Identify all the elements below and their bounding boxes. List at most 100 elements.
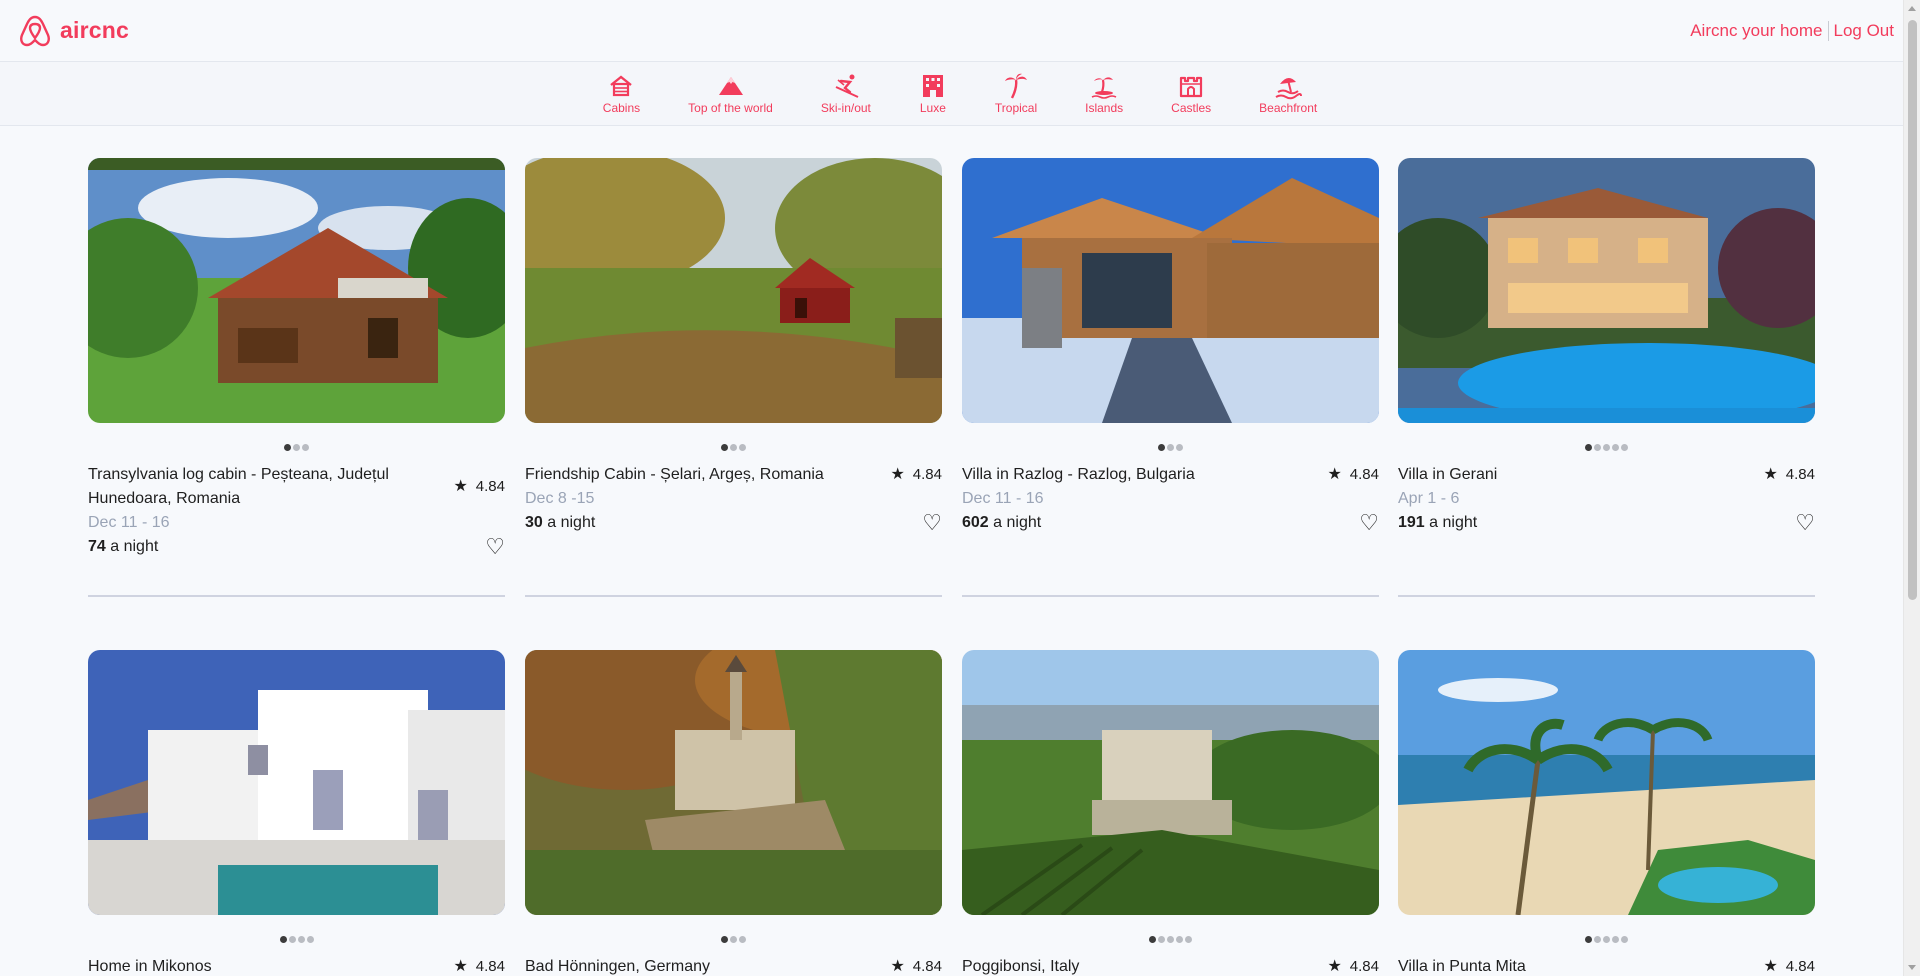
- favorite-heart-icon[interactable]: ♡: [1795, 511, 1815, 535]
- photo-dot[interactable]: [279, 935, 287, 943]
- category-cabins[interactable]: Cabins: [603, 72, 640, 115]
- photo-dot[interactable]: [1158, 443, 1165, 451]
- listing-card[interactable]: Villa in Gerani ★ 4.84 Apr 1 - 6 191 a ni…: [1398, 158, 1815, 535]
- app-name: aircnc: [60, 17, 129, 43]
- listing-photo[interactable]: [1398, 158, 1815, 423]
- category-tropical[interactable]: Tropical: [995, 72, 1037, 115]
- star-icon: ★: [890, 958, 905, 975]
- photo-dot[interactable]: [1594, 443, 1601, 451]
- island-icon: [1091, 77, 1117, 99]
- listing-info: Villa in Razlog - Razlog, Bulgaria ★ 4.84…: [962, 463, 1379, 535]
- castle-vineyard-photo: [525, 650, 942, 915]
- listing-card[interactable]: Transylvania log cabin - Peșteana, Județ…: [88, 158, 505, 559]
- logout-link[interactable]: Log Out: [1834, 21, 1895, 41]
- listing-info: Friendship Cabin - Șelari, Argeș, Romani…: [525, 463, 942, 535]
- photo-dot[interactable]: [721, 443, 728, 451]
- rating-value: 4.84: [1349, 958, 1379, 975]
- host-home-link[interactable]: Aircnc your home: [1690, 21, 1822, 41]
- photo-dot[interactable]: [297, 935, 305, 943]
- listing-card[interactable]: Villa in Razlog - Razlog, Bulgaria ★ 4.84…: [962, 158, 1379, 535]
- favorite-heart-icon[interactable]: ♡: [1359, 511, 1379, 535]
- photo-dot[interactable]: [293, 443, 300, 451]
- category-beachfront[interactable]: Beachfront: [1259, 72, 1317, 115]
- photo-indicator[interactable]: [1398, 935, 1815, 943]
- photo-dot[interactable]: [1585, 935, 1592, 943]
- photo-dot[interactable]: [721, 935, 728, 943]
- logo[interactable]: aircnc: [18, 13, 129, 49]
- photo-dot[interactable]: [1167, 935, 1174, 943]
- listing-card[interactable]: Home in Mikonos ★ 4.84: [88, 650, 505, 976]
- listing-card[interactable]: Poggibonsi, Italy ★ 4.84: [962, 650, 1379, 976]
- photo-dot[interactable]: [1158, 935, 1165, 943]
- listing-title: Villa in Razlog - Razlog, Bulgaria: [962, 466, 1195, 483]
- photo-dot[interactable]: [1612, 935, 1619, 943]
- photo-dot[interactable]: [1603, 443, 1610, 451]
- photo-dot[interactable]: [739, 443, 746, 451]
- photo-dot[interactable]: [1621, 443, 1628, 451]
- photo-indicator[interactable]: [525, 443, 942, 451]
- photo-dot[interactable]: [1185, 935, 1192, 943]
- listing-rating: ★ 4.84: [890, 955, 942, 976]
- scroll-up-arrow-icon[interactable]: [1908, 6, 1916, 11]
- photo-dot[interactable]: [1167, 443, 1174, 451]
- log-cabin-photo: [88, 158, 505, 423]
- rating-value: 4.84: [912, 958, 942, 975]
- listing-title: Home in Mikonos: [88, 958, 212, 975]
- photo-indicator[interactable]: [88, 443, 505, 451]
- price-amount: 74: [88, 538, 106, 555]
- photo-dot[interactable]: [284, 443, 291, 451]
- photo-dot[interactable]: [302, 443, 309, 451]
- listing-card[interactable]: Friendship Cabin - Șelari, Argeș, Romani…: [525, 158, 942, 535]
- photo-dot[interactable]: [1621, 935, 1628, 943]
- category-islands[interactable]: Islands: [1085, 72, 1123, 115]
- photo-indicator[interactable]: [962, 443, 1379, 451]
- photo-dot[interactable]: [1176, 935, 1183, 943]
- photo-dot[interactable]: [1149, 935, 1156, 943]
- listing-rating: ★ 4.84: [1327, 955, 1379, 976]
- mountain-icon: [718, 77, 743, 95]
- listing-photo[interactable]: [962, 650, 1379, 915]
- category-luxe[interactable]: Luxe: [919, 72, 947, 115]
- listing-photo[interactable]: [88, 650, 505, 915]
- beach-palms-photo: [1398, 650, 1815, 915]
- photo-dot[interactable]: [1603, 935, 1610, 943]
- favorite-heart-icon[interactable]: ♡: [922, 511, 942, 535]
- red-cabin-photo: [525, 158, 942, 423]
- category-castles[interactable]: Castles: [1171, 72, 1211, 115]
- listing-photo[interactable]: [88, 158, 505, 423]
- photo-dot[interactable]: [306, 935, 314, 943]
- vertical-scrollbar[interactable]: [1903, 0, 1920, 976]
- rating-value: 4.84: [1785, 466, 1815, 483]
- italian-villa-photo: [962, 650, 1379, 915]
- rating-value: 4.84: [912, 466, 942, 483]
- photo-dot[interactable]: [730, 935, 737, 943]
- listing-photo[interactable]: [962, 158, 1379, 423]
- category-ski-in-out[interactable]: Ski-in/out: [821, 72, 871, 115]
- photo-dot[interactable]: [1594, 935, 1601, 943]
- photo-dot[interactable]: [288, 935, 296, 943]
- photo-dot[interactable]: [1176, 443, 1183, 451]
- listing-info: Villa in Punta Mita ★ 4.84: [1398, 955, 1815, 976]
- photo-dot[interactable]: [1612, 443, 1619, 451]
- rating-value: 4.84: [475, 478, 505, 495]
- listing-rating: ★ 4.84: [1763, 955, 1815, 976]
- category-top-of-the-world[interactable]: Top of the world: [688, 72, 773, 115]
- photo-indicator[interactable]: [1398, 443, 1815, 451]
- photo-indicator[interactable]: [962, 935, 1379, 943]
- scrollbar-thumb[interactable]: [1908, 20, 1917, 600]
- category-label: Tropical: [994, 101, 1038, 115]
- photo-dot[interactable]: [1585, 443, 1592, 451]
- listing-card[interactable]: Bad Hönningen, Germany ★ 4.84: [525, 650, 942, 976]
- listing-photo[interactable]: [525, 158, 942, 423]
- photo-indicator[interactable]: [525, 935, 942, 943]
- favorite-heart-icon[interactable]: ♡: [485, 535, 505, 559]
- category-label: Cabins: [602, 101, 641, 115]
- listing-card[interactable]: Villa in Punta Mita ★ 4.84: [1398, 650, 1815, 976]
- photo-dot[interactable]: [730, 443, 737, 451]
- listing-photo[interactable]: [1398, 650, 1815, 915]
- photo-indicator[interactable]: [88, 935, 505, 943]
- palm-tree-icon: [1005, 73, 1027, 99]
- listing-photo[interactable]: [525, 650, 942, 915]
- scroll-down-arrow-icon[interactable]: [1908, 965, 1916, 970]
- photo-dot[interactable]: [739, 935, 746, 943]
